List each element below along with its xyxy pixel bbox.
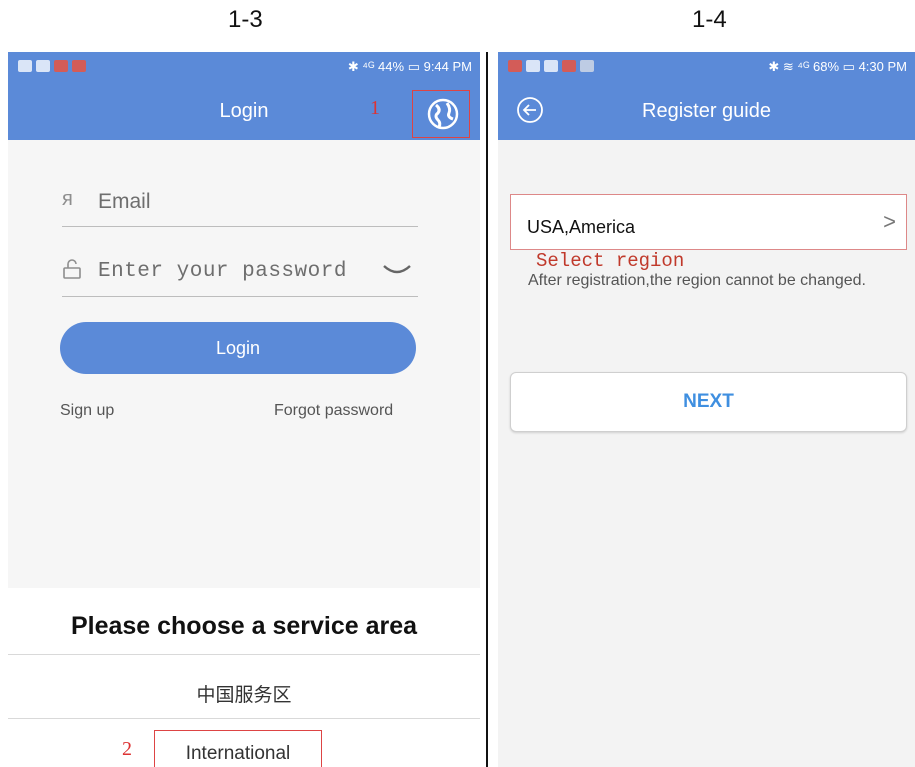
login-button[interactable]: Login [60, 322, 416, 374]
app-bar: Login 1 [8, 82, 480, 140]
status-right: ✱ ≋ ⁴ᴳ 68% ▭ 4:30 PM [768, 59, 907, 74]
annotation-marker-2: 2 [122, 738, 132, 760]
notification-icons [508, 60, 594, 72]
sign-up-link[interactable]: Sign up [60, 402, 114, 420]
caption-right: 1-4 [692, 6, 727, 33]
option-international-label: International [185, 743, 291, 764]
lock-icon [62, 258, 82, 286]
sheet-title: Please choose a service area [70, 612, 418, 640]
email-input[interactable]: Email [98, 190, 151, 214]
password-field[interactable]: Enter your password [62, 248, 418, 297]
chevron-right-icon: > [883, 209, 896, 234]
status-bar: ✱ ⁴ᴳ 44% ▭ 9:44 PM [8, 52, 480, 82]
mail-icon [36, 60, 50, 72]
region-value: USA,America [527, 217, 636, 237]
caption-left: 1-3 [228, 6, 263, 33]
app-notification-icon [508, 60, 522, 72]
eye-closed-icon[interactable] [382, 262, 412, 283]
status-right: ✱ ⁴ᴳ 44% ▭ 9:44 PM [347, 59, 472, 74]
region-note: After registration,the region cannot be … [528, 272, 866, 289]
status-bar: ✱ ≋ ⁴ᴳ 68% ▭ 4:30 PM [498, 52, 915, 82]
app-notification-icon [72, 60, 86, 72]
option-china[interactable]: 中国服务区 [8, 680, 480, 707]
notification-icons [18, 60, 86, 72]
region-selector[interactable]: USA,America > [510, 194, 907, 250]
divider [8, 654, 480, 655]
user-icon: ᴙ [62, 188, 73, 210]
password-input[interactable]: Enter your password [98, 260, 366, 283]
select-region-annotation: Select region [536, 250, 685, 272]
divider [8, 718, 480, 719]
mail-icon [526, 60, 540, 72]
app-notification-icon [54, 60, 68, 72]
service-area-button[interactable] [412, 90, 470, 138]
screen-divider [486, 52, 488, 767]
email-field[interactable]: ᴙ Email [62, 178, 418, 227]
globe-icon [427, 98, 459, 130]
page-title: Login [219, 100, 269, 122]
option-international[interactable]: International [154, 730, 322, 767]
app-notification-icon [562, 60, 576, 72]
login-screen: ✱ ⁴ᴳ 44% ▭ 9:44 PM Login 1 ᴙ Email Enter… [8, 52, 480, 767]
annotation-marker-1: 1 [370, 97, 380, 119]
page-title: Register guide [642, 100, 771, 122]
service-area-sheet: Please choose a service area 中国服务区 2 Int… [8, 588, 480, 767]
more-icon [580, 60, 594, 72]
next-button[interactable]: NEXT [510, 372, 907, 432]
app-bar: Register guide [498, 82, 915, 140]
forgot-password-link[interactable]: Forgot password [274, 402, 393, 420]
photo-icon [18, 60, 32, 72]
register-guide-screen: ✱ ≋ ⁴ᴳ 68% ▭ 4:30 PM Register guide USA,… [498, 52, 915, 767]
next-button-label: NEXT [683, 391, 734, 412]
chat-icon [544, 60, 558, 72]
